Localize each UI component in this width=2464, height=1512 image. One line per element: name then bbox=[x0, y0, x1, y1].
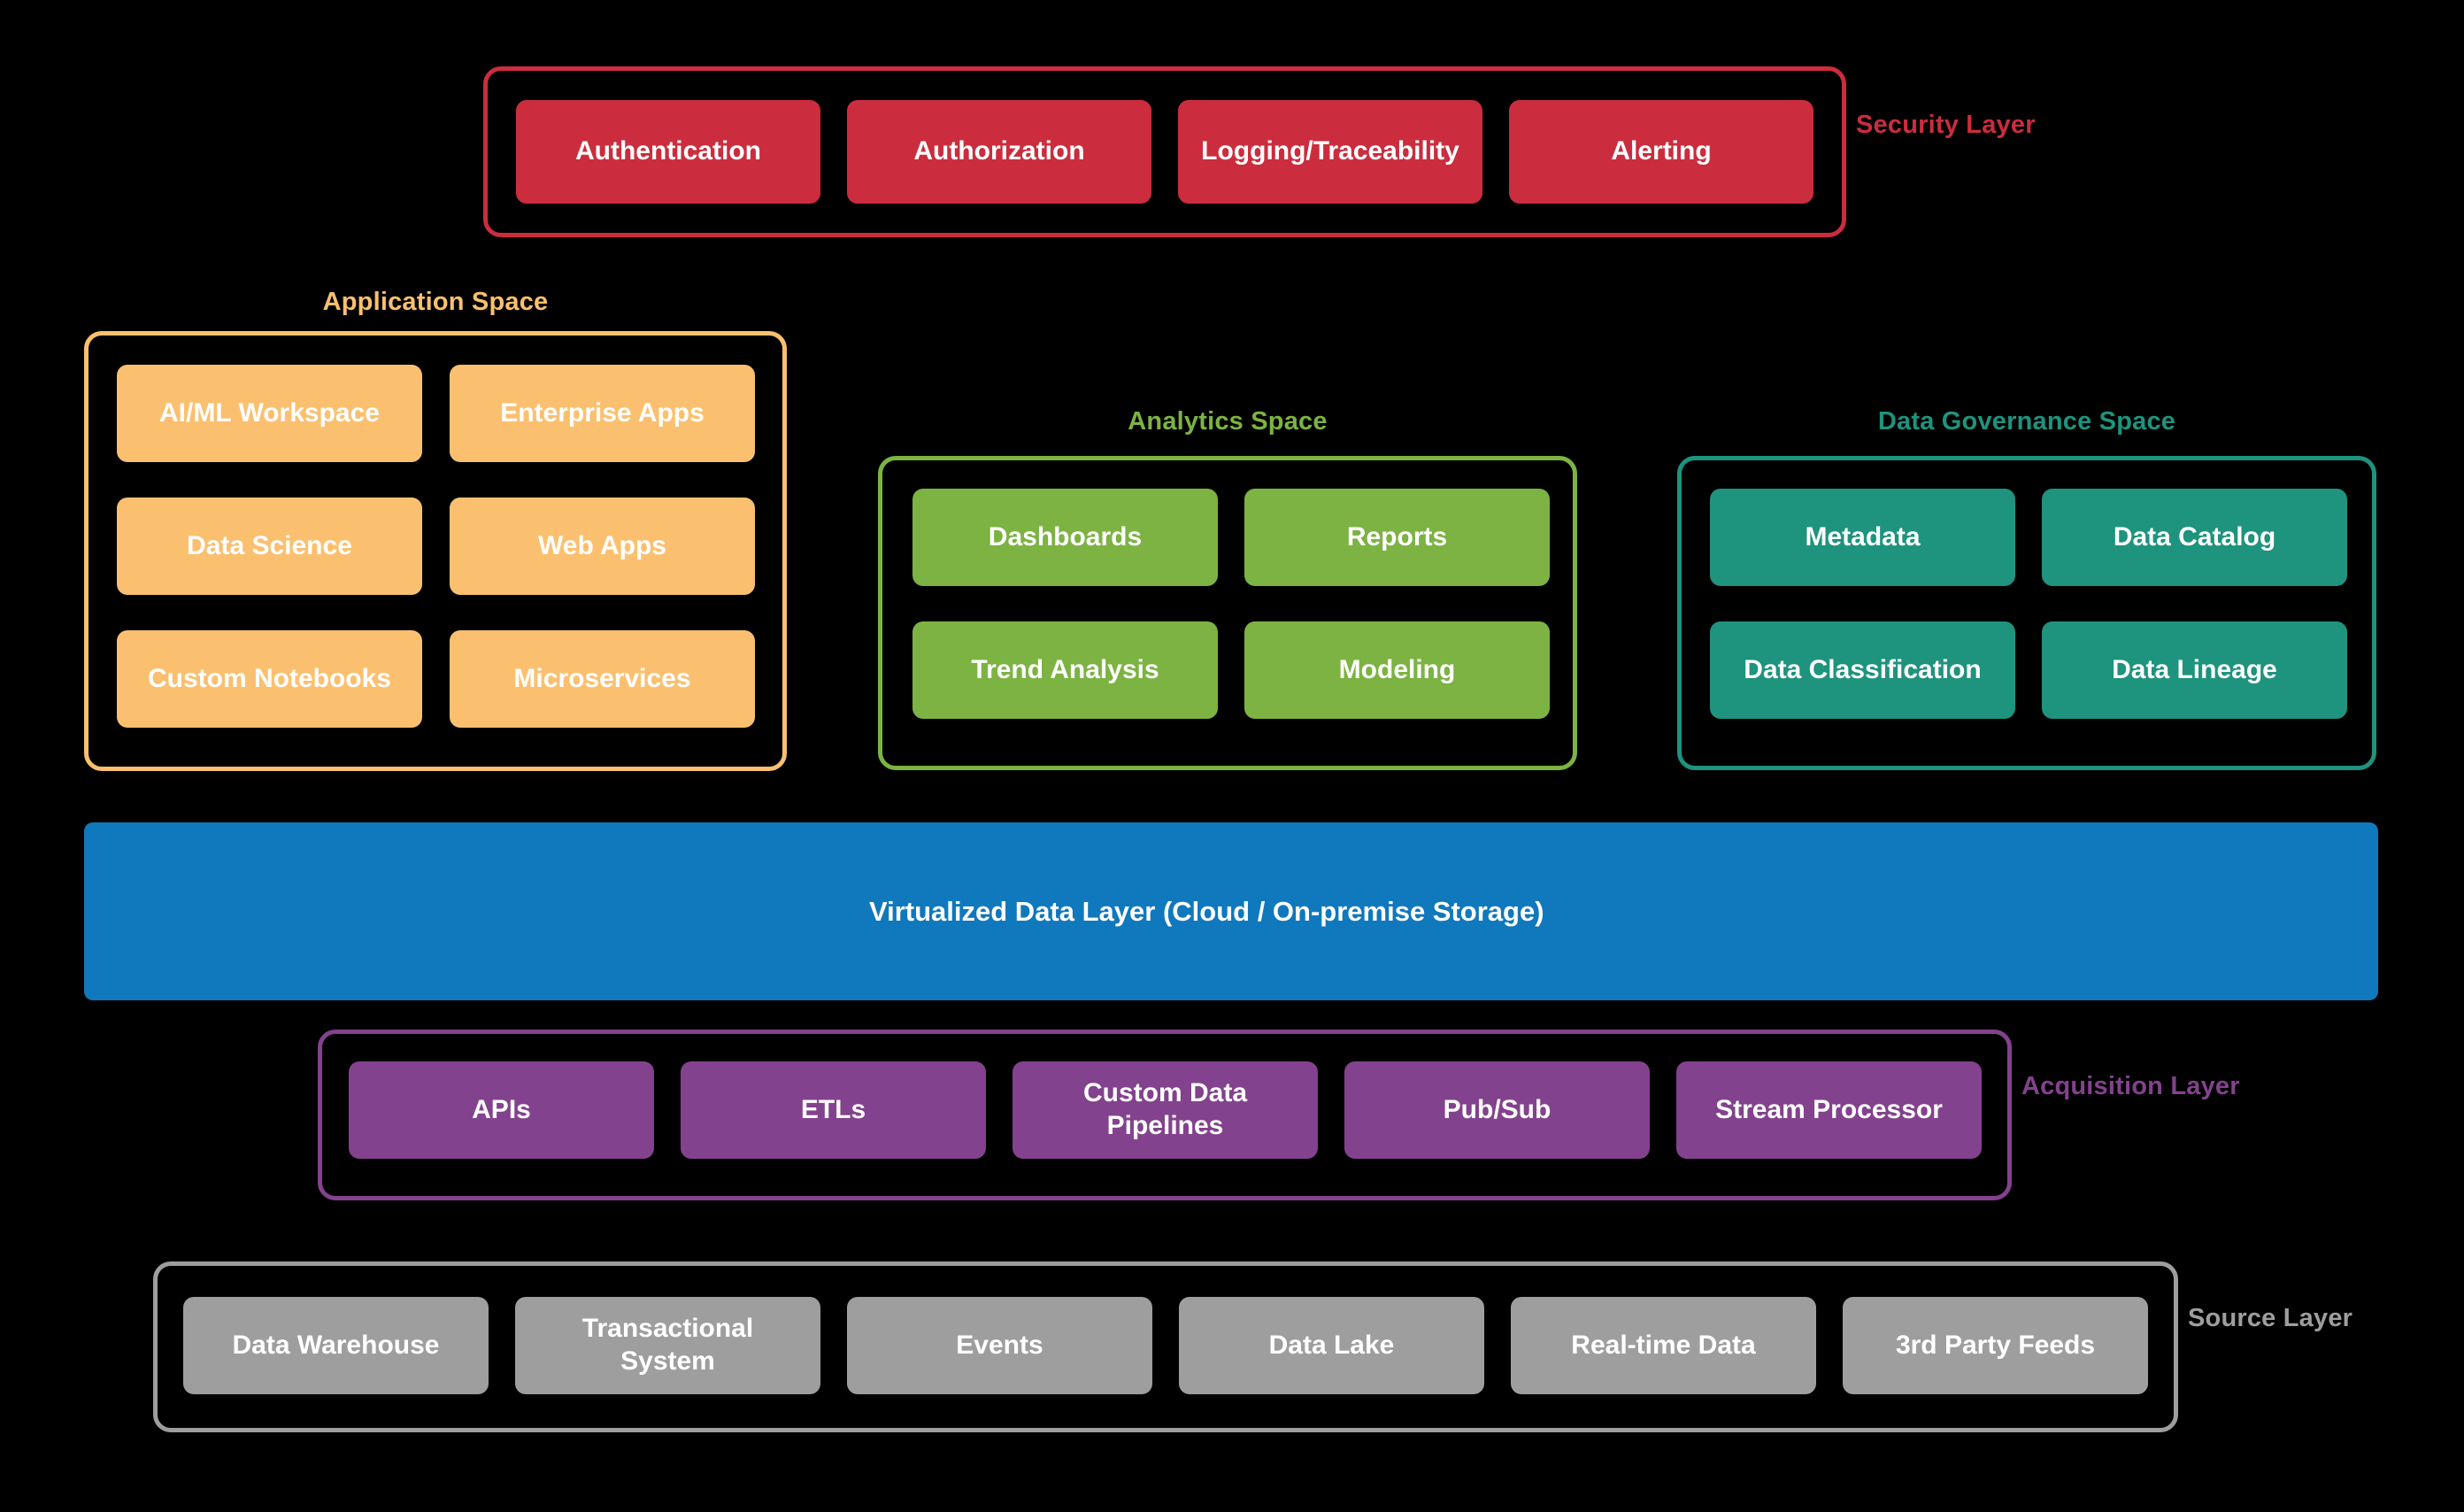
node-trend-analysis[interactable]: Trend Analysis bbox=[912, 621, 1218, 719]
node-modeling[interactable]: Modeling bbox=[1244, 621, 1550, 719]
node-dashboards[interactable]: Dashboards bbox=[912, 489, 1218, 586]
node-pub-sub[interactable]: Pub/Sub bbox=[1344, 1061, 1650, 1159]
security-layer-label: Security Layer bbox=[1856, 111, 2036, 139]
source-layer-label: Source Layer bbox=[2188, 1304, 2353, 1332]
node-custom-notebooks[interactable]: Custom Notebooks bbox=[117, 630, 422, 728]
node-data-warehouse[interactable]: Data Warehouse bbox=[183, 1297, 489, 1394]
node-etls[interactable]: ETLs bbox=[681, 1061, 986, 1159]
node-events[interactable]: Events bbox=[847, 1297, 1152, 1394]
node-data-lake[interactable]: Data Lake bbox=[1179, 1297, 1484, 1394]
analytics-space-label: Analytics Space bbox=[1128, 407, 1328, 436]
node-transactional-system[interactable]: Transactional System bbox=[515, 1297, 820, 1394]
node-logging-traceability[interactable]: Logging/Traceability bbox=[1178, 100, 1482, 204]
data-governance-space-label: Data Governance Space bbox=[1877, 407, 2176, 436]
node-custom-data-pipelines[interactable]: Custom Data Pipelines bbox=[1013, 1061, 1318, 1159]
node-microservices[interactable]: Microservices bbox=[450, 630, 755, 728]
node-enterprise-apps[interactable]: Enterprise Apps bbox=[450, 365, 755, 462]
application-space-label: Application Space bbox=[322, 288, 549, 316]
node-authorization[interactable]: Authorization bbox=[847, 100, 1151, 204]
node-authentication[interactable]: Authentication bbox=[516, 100, 820, 204]
virtualized-data-layer-label: Virtualized Data Layer (Cloud / On-premi… bbox=[869, 896, 1544, 927]
node-3rd-party-feeds[interactable]: 3rd Party Feeds bbox=[1843, 1297, 2148, 1394]
virtualized-data-layer-band[interactable]: Virtualized Data Layer (Cloud / On-premi… bbox=[84, 822, 2378, 1000]
node-data-science[interactable]: Data Science bbox=[117, 498, 422, 595]
node-ai-ml-workspace[interactable]: AI/ML Workspace bbox=[117, 365, 422, 462]
node-apis[interactable]: APIs bbox=[349, 1061, 654, 1159]
architecture-diagram: Security Layer Authentication Authorizat… bbox=[0, 0, 2464, 1512]
node-metadata[interactable]: Metadata bbox=[1710, 489, 2015, 586]
node-data-lineage[interactable]: Data Lineage bbox=[2042, 621, 2347, 719]
node-reports[interactable]: Reports bbox=[1244, 489, 1550, 586]
node-alerting[interactable]: Alerting bbox=[1509, 100, 1813, 204]
node-stream-processor[interactable]: Stream Processor bbox=[1676, 1061, 1982, 1159]
node-web-apps[interactable]: Web Apps bbox=[450, 498, 755, 595]
node-data-classification[interactable]: Data Classification bbox=[1710, 621, 2015, 719]
acquisition-layer-label: Acquisition Layer bbox=[2021, 1072, 2240, 1100]
node-real-time-data[interactable]: Real-time Data bbox=[1511, 1297, 1816, 1394]
node-data-catalog[interactable]: Data Catalog bbox=[2042, 489, 2347, 586]
